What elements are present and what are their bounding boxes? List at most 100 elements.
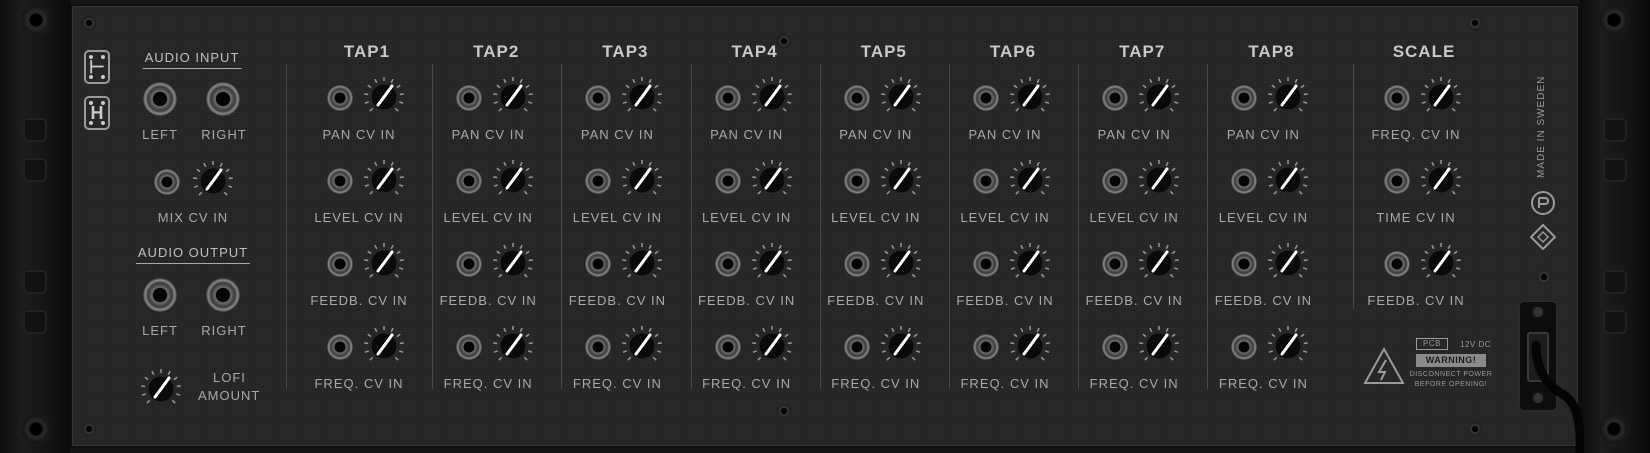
tap2-cv-jack[interactable] xyxy=(456,251,483,277)
tap5-cv-trim-knob[interactable] xyxy=(880,159,922,206)
tap1-cv-jack[interactable] xyxy=(327,251,353,277)
tap4-cv-trim-knob[interactable] xyxy=(751,159,793,206)
tap3-row-label: PAN CV IN xyxy=(580,127,654,142)
tap1-cv-trim-knob[interactable] xyxy=(363,325,405,372)
cable-routing-button-a[interactable]: ⊢ xyxy=(84,50,110,84)
scale-cv-trim-knob[interactable] xyxy=(1420,76,1462,123)
tap8-cv-trim-knob[interactable] xyxy=(1267,76,1309,123)
tap3-cv-trim-knob[interactable] xyxy=(621,159,663,206)
tap7-cv-jack[interactable] xyxy=(1102,334,1129,360)
tap7-cv-jack[interactable] xyxy=(1102,85,1129,111)
panel-screw xyxy=(1468,422,1482,436)
high-voltage-warning-icon xyxy=(1363,346,1405,384)
tap8-row-label: LEVEL CV IN xyxy=(1218,210,1309,225)
tap6-cv-jack[interactable] xyxy=(973,334,999,360)
tap7-cv-trim-knob[interactable] xyxy=(1138,76,1180,123)
scale-cv-jack[interactable] xyxy=(1384,85,1410,111)
tap5-cv-trim-knob[interactable] xyxy=(880,325,922,372)
tap6-cv-jack[interactable] xyxy=(973,168,999,194)
tap4-cv-jack[interactable] xyxy=(714,251,741,277)
power-cable xyxy=(1531,340,1584,453)
mix-cv-knob[interactable] xyxy=(192,160,234,207)
tap4-cv-trim-knob[interactable] xyxy=(751,76,793,123)
audio-input-right-jack[interactable] xyxy=(206,82,240,116)
tap5-cv-trim-knob[interactable] xyxy=(880,242,922,289)
tap3-cv-trim-knob[interactable] xyxy=(621,242,663,289)
tap4-cv-trim-knob[interactable] xyxy=(751,325,793,372)
tap8-cv-trim-knob[interactable] xyxy=(1267,242,1309,289)
tap4-cv-trim-knob[interactable] xyxy=(751,242,793,289)
tap8-row-label: FREQ. CV IN xyxy=(1218,376,1308,391)
tap2-cv-trim-knob[interactable] xyxy=(492,76,534,123)
lofi-amount-knob[interactable] xyxy=(140,368,182,415)
tap6-cv-jack[interactable] xyxy=(973,251,999,277)
tap1-cv-jack[interactable] xyxy=(327,334,353,360)
mix-cv-in-jack[interactable] xyxy=(154,169,180,195)
cable-routing-button-b[interactable]: H xyxy=(84,96,110,130)
tap6-cv-jack[interactable] xyxy=(973,85,999,111)
audio-input-left-jack[interactable] xyxy=(143,82,177,116)
section-divider xyxy=(1353,64,1354,309)
tap7-cv-trim-knob[interactable] xyxy=(1138,242,1180,289)
tap1-cv-trim-knob[interactable] xyxy=(363,159,405,206)
tap8-cv-trim-knob[interactable] xyxy=(1267,159,1309,206)
tap4-cv-jack[interactable] xyxy=(714,334,741,360)
tap3-header: TAP3 xyxy=(602,42,649,61)
tap-divider xyxy=(1078,64,1080,389)
tap1-cv-jack[interactable] xyxy=(327,168,353,194)
tap3-row-label: LEVEL CV IN xyxy=(572,210,663,225)
scale-cv-jack[interactable] xyxy=(1384,251,1410,277)
audio-output-left-jack[interactable] xyxy=(143,278,177,312)
tap4-cv-jack[interactable] xyxy=(714,168,741,194)
tap7-header: TAP7 xyxy=(1119,42,1166,61)
tap8-row-label: FEEDB. CV IN xyxy=(1214,293,1313,308)
audio-output-right-jack[interactable] xyxy=(206,278,240,312)
scale-cv-jack[interactable] xyxy=(1384,168,1410,194)
tap6-cv-trim-knob[interactable] xyxy=(1009,325,1051,372)
tap3-row-label: FREQ. CV IN xyxy=(572,376,662,391)
rack-slot xyxy=(23,158,47,182)
tap2-row-label: PAN CV IN xyxy=(451,127,525,142)
tap5-cv-jack[interactable] xyxy=(843,251,870,277)
tap6-row-label: FEEDB. CV IN xyxy=(956,293,1054,308)
tap2-cv-jack[interactable] xyxy=(456,334,483,360)
tap3-cv-trim-knob[interactable] xyxy=(621,325,663,372)
scale-cv-trim-knob[interactable] xyxy=(1420,242,1462,289)
tap1-header: TAP1 xyxy=(343,42,391,61)
rack-screw-top-left xyxy=(20,4,52,36)
tap1-row-label: PAN CV IN xyxy=(322,127,396,142)
tap5-cv-trim-knob[interactable] xyxy=(880,76,922,123)
tap5-cv-jack[interactable] xyxy=(843,85,870,111)
tap8-cv-trim-knob[interactable] xyxy=(1267,325,1309,372)
tap1-cv-trim-knob[interactable] xyxy=(363,242,405,289)
tap6-cv-trim-knob[interactable] xyxy=(1009,159,1051,206)
tap2-row-label: FEEDB. CV IN xyxy=(439,293,537,308)
tap2-cv-jack[interactable] xyxy=(456,85,483,111)
rack-device: ⊢ H AUDIO INPUT LEFT RIGHT MIX CV IN AUD… xyxy=(0,0,1650,453)
tap5-cv-jack[interactable] xyxy=(843,334,870,360)
tap4-row-label: LEVEL CV IN xyxy=(701,210,792,225)
tap2-cv-trim-knob[interactable] xyxy=(492,242,534,289)
tap2-row-label: FREQ. CV IN xyxy=(443,376,533,391)
tap3-cv-trim-knob[interactable] xyxy=(621,76,663,123)
audio-input-right-label: RIGHT xyxy=(201,127,247,142)
tap5-cv-jack[interactable] xyxy=(843,168,870,194)
tap7-cv-trim-knob[interactable] xyxy=(1138,159,1180,206)
tap6-cv-trim-knob[interactable] xyxy=(1009,242,1051,289)
tap5-row-label: LEVEL CV IN xyxy=(831,210,921,225)
tap2-cv-trim-knob[interactable] xyxy=(492,325,534,372)
scale-cv-trim-knob[interactable] xyxy=(1420,159,1462,206)
tap2-cv-jack[interactable] xyxy=(456,168,483,194)
tap7-row-label: LEVEL CV IN xyxy=(1089,210,1179,225)
tap6-cv-trim-knob[interactable] xyxy=(1009,76,1051,123)
tap4-cv-jack[interactable] xyxy=(714,85,741,111)
tap7-cv-trim-knob[interactable] xyxy=(1138,325,1180,372)
audio-output-right-label: RIGHT xyxy=(201,323,247,338)
tap1-cv-trim-knob[interactable] xyxy=(363,76,405,123)
tap2-cv-trim-knob[interactable] xyxy=(492,159,534,206)
tap1-cv-jack[interactable] xyxy=(327,85,353,111)
rack-screw-bottom-right xyxy=(1598,413,1630,445)
tap-divider xyxy=(432,64,434,389)
tap7-cv-jack[interactable] xyxy=(1102,168,1129,194)
tap7-cv-jack[interactable] xyxy=(1102,251,1129,277)
